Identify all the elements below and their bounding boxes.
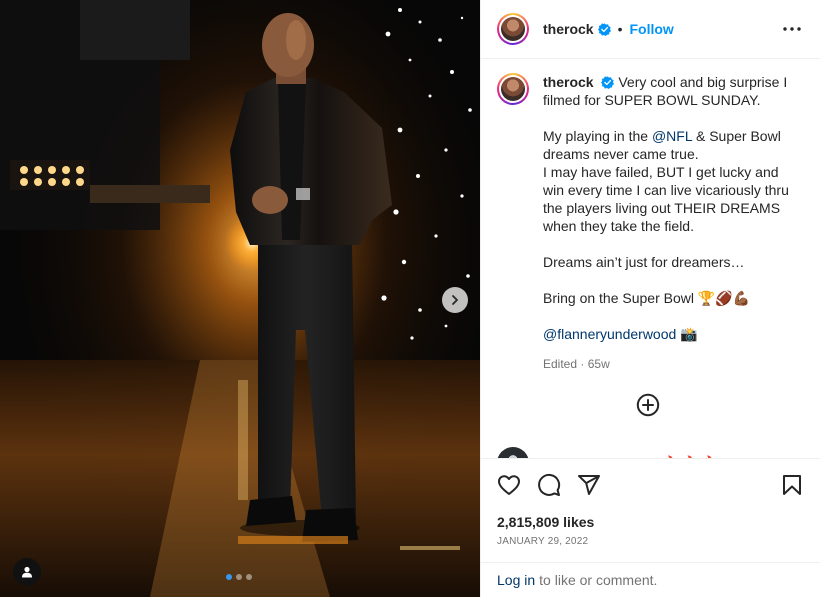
caption-meta: Edited · 65w <box>543 355 789 373</box>
post-details: therock • Follow therock Very cool and b… <box>480 0 820 597</box>
comment-text: 🔥🔥🔥 <box>661 455 719 459</box>
action-area: 2,815,809 likes JANUARY 29, 2022 Log in … <box>481 458 820 597</box>
login-prompt: Log in to like or comment. <box>481 562 820 597</box>
verified-badge-icon <box>601 76 615 89</box>
comment-username[interactable]: mortazavi_elyas <box>547 455 655 458</box>
camera-emoji: 📸 <box>680 326 698 342</box>
caption-paragraph: Bring on the Super Bowl 🏆🏈💪🏾 <box>543 290 751 306</box>
like-count[interactable]: 2,815,809 likes <box>481 513 820 531</box>
heart-icon[interactable] <box>497 473 521 497</box>
tagged-users-button[interactable] <box>13 558 41 586</box>
more-options-button[interactable] <box>780 17 804 41</box>
post-media[interactable] <box>0 0 480 597</box>
plus-circle-icon[interactable] <box>636 393 660 417</box>
carousel-dot <box>226 574 232 580</box>
carousel-next-button[interactable] <box>442 287 468 313</box>
caption-text-segment: I may have failed, BUT I get lucky and w… <box>543 164 789 234</box>
edited-label: Edited <box>543 357 578 371</box>
bookmark-icon[interactable] <box>780 473 804 497</box>
instagram-post: therock • Follow therock Very cool and b… <box>0 0 820 597</box>
caption-text-segment: My playing in the <box>543 128 652 144</box>
caption-avatar[interactable] <box>497 73 529 105</box>
caption-text: therock Very cool and big surprise I fil… <box>543 73 789 373</box>
action-bar <box>481 459 820 511</box>
photographer-mention-link[interactable]: @flanneryunderwood <box>543 326 676 342</box>
nfl-mention-link[interactable]: @NFL <box>652 128 692 144</box>
comment-item: mortazavi_elyas 🔥🔥🔥 <box>497 447 719 458</box>
post-caption: therock Very cool and big surprise I fil… <box>481 59 820 373</box>
chevron-right-icon <box>452 295 458 305</box>
caption-username[interactable]: therock <box>543 74 594 90</box>
post-header: therock • Follow <box>481 0 820 59</box>
login-prompt-text: to like or comment. <box>539 572 658 588</box>
follow-button[interactable]: Follow <box>629 21 673 37</box>
header-username[interactable]: therock <box>543 21 594 37</box>
post-age[interactable]: 65w <box>588 357 610 371</box>
more-horizontal-icon <box>783 27 801 31</box>
carousel-dot <box>236 574 242 580</box>
post-date[interactable]: JANUARY 29, 2022 <box>481 536 820 550</box>
verified-badge-icon <box>597 22 611 36</box>
login-link[interactable]: Log in <box>497 572 535 588</box>
avatar[interactable] <box>497 13 529 45</box>
comments-section[interactable]: therock Very cool and big surprise I fil… <box>481 59 820 458</box>
comment-icon[interactable] <box>537 473 561 497</box>
user-tag-icon <box>22 566 32 578</box>
caption-paragraph: Dreams ain’t just for dreamers… <box>543 254 745 270</box>
send-icon[interactable] <box>577 473 601 497</box>
carousel-dot <box>246 574 252 580</box>
meta-separator: · <box>580 357 585 371</box>
post-photo <box>0 0 480 597</box>
header-separator: • <box>617 21 623 37</box>
carousel-indicator <box>226 574 252 580</box>
comment-avatar[interactable] <box>497 447 529 458</box>
